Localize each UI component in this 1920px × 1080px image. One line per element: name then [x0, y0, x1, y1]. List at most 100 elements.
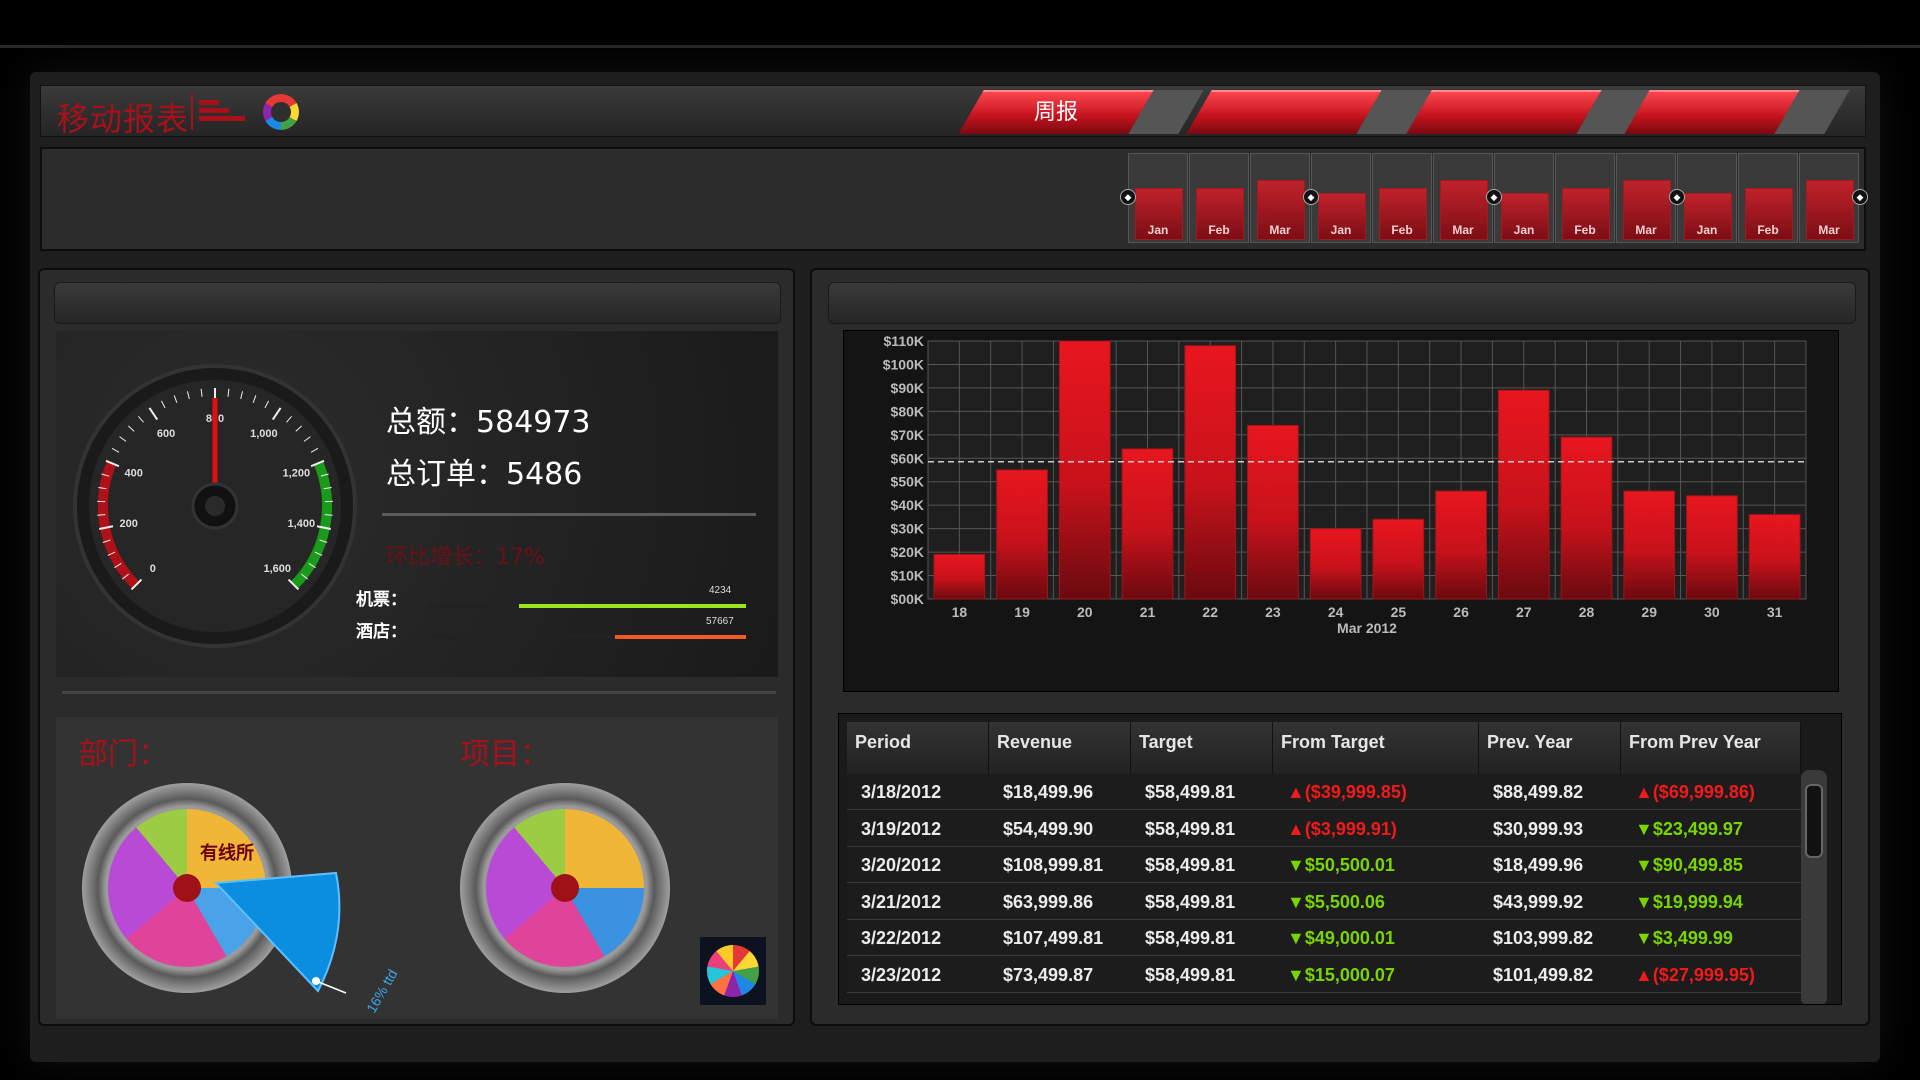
range-handle-icon[interactable]: ◆	[1303, 189, 1319, 205]
delta-cell: ▼$19,999.94	[1635, 891, 1743, 912]
chart-bar[interactable]	[1435, 490, 1487, 600]
dashboard-stage: 移动报表 周报 Jan Feb Mar Jan Feb Mar Jan Feb Mar Jan Fe…	[0, 0, 1920, 1080]
x-tick-label: 19	[1014, 604, 1030, 620]
growth-rate: 环比增长：17%	[386, 545, 545, 570]
revenue-table: Period Revenue Target From Target Prev. Year…	[838, 713, 1842, 1005]
table-cell: 3/18/2012	[861, 782, 942, 802]
chart-bar[interactable]	[996, 469, 1048, 600]
range-handle-icon[interactable]: ◆	[1669, 189, 1685, 205]
total-amount: 总额：584973	[386, 405, 591, 440]
y-tick-label: $40K	[891, 497, 924, 513]
slice-popout[interactable]	[196, 863, 396, 1023]
month-cell[interactable]: Feb	[1738, 153, 1798, 243]
y-tick-label: $110K	[884, 333, 924, 349]
column-header[interactable]: From Target	[1273, 722, 1479, 774]
gauge-tick-label: 600	[157, 428, 175, 440]
month-cell[interactable]: Mar	[1616, 153, 1676, 243]
month-cell[interactable]: Mar	[1250, 153, 1310, 243]
column-header[interactable]: Revenue	[989, 722, 1131, 774]
chart-bar[interactable]	[1309, 528, 1362, 600]
x-tick-label: 28	[1579, 604, 1595, 620]
tab-3[interactable]	[1406, 90, 1652, 134]
month-label: Feb	[1391, 223, 1413, 237]
month-label: Mar	[1452, 223, 1474, 237]
range-handle-icon[interactable]: ◆	[1852, 189, 1868, 205]
chart-bar[interactable]	[1247, 424, 1299, 600]
table-row[interactable]: 3/23/2012 $73,499.87 $58,499.81 ▼$15,000.07…	[847, 956, 1801, 993]
pie-chart-app-icon[interactable]	[700, 937, 766, 1005]
month-cell[interactable]: Jan	[1311, 153, 1371, 243]
range-handle-icon[interactable]: ◆	[1486, 189, 1502, 205]
month-label: Mar	[1269, 223, 1291, 237]
chart-bar[interactable]	[1623, 490, 1676, 600]
table-row[interactable]: 3/18/2012 $18,499.96 $58,499.81 ▲($39,999.8…	[847, 774, 1801, 810]
scrollbar-thumb[interactable]	[1805, 784, 1823, 858]
top-divider	[0, 45, 1920, 48]
summary-panel-header	[54, 282, 781, 324]
x-tick-label: 22	[1202, 604, 1218, 620]
tab-4[interactable]	[1624, 90, 1850, 134]
delta-cell: ▼$5,500.06	[1287, 891, 1385, 912]
x-tick-label: 26	[1453, 604, 1469, 620]
delta-cell: ▲($69,999.86)	[1635, 782, 1755, 802]
chart-bar[interactable]	[1184, 345, 1237, 600]
table-cell: $58,499.81	[1145, 964, 1236, 985]
tab-weekly[interactable]: 周报	[958, 90, 1204, 134]
chart-bar[interactable]	[1497, 389, 1550, 600]
tab-label: 周报	[1033, 99, 1078, 124]
y-tick-label: $10K	[891, 568, 924, 584]
table-cell: $63,999.86	[1003, 891, 1094, 912]
chart-bar[interactable]	[1058, 340, 1111, 600]
gauge-tick-label: 1,400	[288, 518, 316, 530]
table-scrollbar[interactable]	[1801, 770, 1827, 1004]
tab-2[interactable]	[1186, 90, 1432, 134]
month-cell[interactable]: Jan	[1128, 153, 1188, 243]
y-tick-label: $90K	[891, 380, 924, 396]
x-tick-label: 21	[1140, 604, 1156, 620]
month-cell[interactable]: Jan	[1677, 153, 1737, 243]
month-cell[interactable]: Mar	[1433, 153, 1493, 243]
chart-bar[interactable]	[933, 553, 986, 600]
table-row[interactable]: 3/22/2012 $107,499.81 $58,499.81 ▼$49,000.0…	[847, 920, 1801, 956]
delta-cell: ▲($27,999.95)	[1635, 964, 1755, 985]
month-cell[interactable]: Feb	[1189, 153, 1249, 243]
month-selector[interactable]: Jan Feb Mar Jan Feb Mar Jan Feb Mar Jan Feb Mar ◆ ◆ ◆ ◆…	[1120, 153, 1868, 243]
delta-cell: ▲($3,999.91)	[1287, 818, 1397, 839]
hotel-label: 酒店：	[356, 622, 407, 642]
table-cell: $103,999.82	[1493, 928, 1594, 948]
color-ring-icon[interactable]	[263, 94, 299, 130]
range-handle-icon[interactable]: ◆	[1120, 189, 1136, 205]
delta-cell: ▼$50,500.01	[1287, 855, 1395, 875]
project-dial[interactable]	[460, 783, 670, 993]
table-cell: $107,499.81	[1003, 928, 1104, 948]
y-tick-label: $60K	[891, 450, 924, 466]
chart-bar[interactable]	[1121, 448, 1174, 600]
column-header[interactable]: From Prev Year	[1621, 722, 1801, 774]
table-cell: 3/23/2012	[861, 964, 942, 985]
column-header[interactable]: Period	[847, 722, 989, 774]
flight-value: 4234	[709, 585, 732, 596]
chart-bar[interactable]	[1372, 518, 1425, 600]
chart-bar[interactable]	[1686, 495, 1738, 600]
column-header[interactable]: Prev. Year	[1479, 722, 1621, 774]
month-cell[interactable]: Mar	[1799, 153, 1859, 243]
month-cell[interactable]: Feb	[1372, 153, 1432, 243]
table-row[interactable]: 3/20/2012 $108,999.81 $58,499.81 ▼$50,500.0…	[847, 847, 1801, 883]
table-row[interactable]: 3/21/2012 $63,999.86 $58,499.81 ▼$5,500.06 $…	[847, 883, 1801, 920]
column-header[interactable]: Target	[1131, 722, 1273, 774]
gauge-tick-label: 1,000	[250, 428, 278, 440]
table-cell: $108,999.81	[1003, 855, 1104, 875]
month-cell[interactable]: Feb	[1555, 153, 1615, 243]
table-cell: $58,499.81	[1145, 782, 1236, 802]
gauge-tick	[324, 514, 333, 516]
gauge-tick-label: 200	[120, 518, 138, 530]
gauge-tick-label: 1,200	[283, 467, 311, 479]
chart-bar[interactable]	[1748, 514, 1801, 600]
month-label: Mar	[1635, 223, 1657, 237]
table-cell: $30,999.93	[1493, 818, 1584, 839]
month-cell[interactable]: Jan	[1494, 153, 1554, 243]
table-row[interactable]: 3/19/2012 $54,499.90 $58,499.81 ▲($3,999.91…	[847, 810, 1801, 847]
speedometer-gauge: 02004006008001,0001,2001,4001,600	[73, 364, 357, 648]
hotel-bar-fill	[614, 635, 746, 639]
x-axis-label: Mar 2012	[1337, 620, 1397, 636]
